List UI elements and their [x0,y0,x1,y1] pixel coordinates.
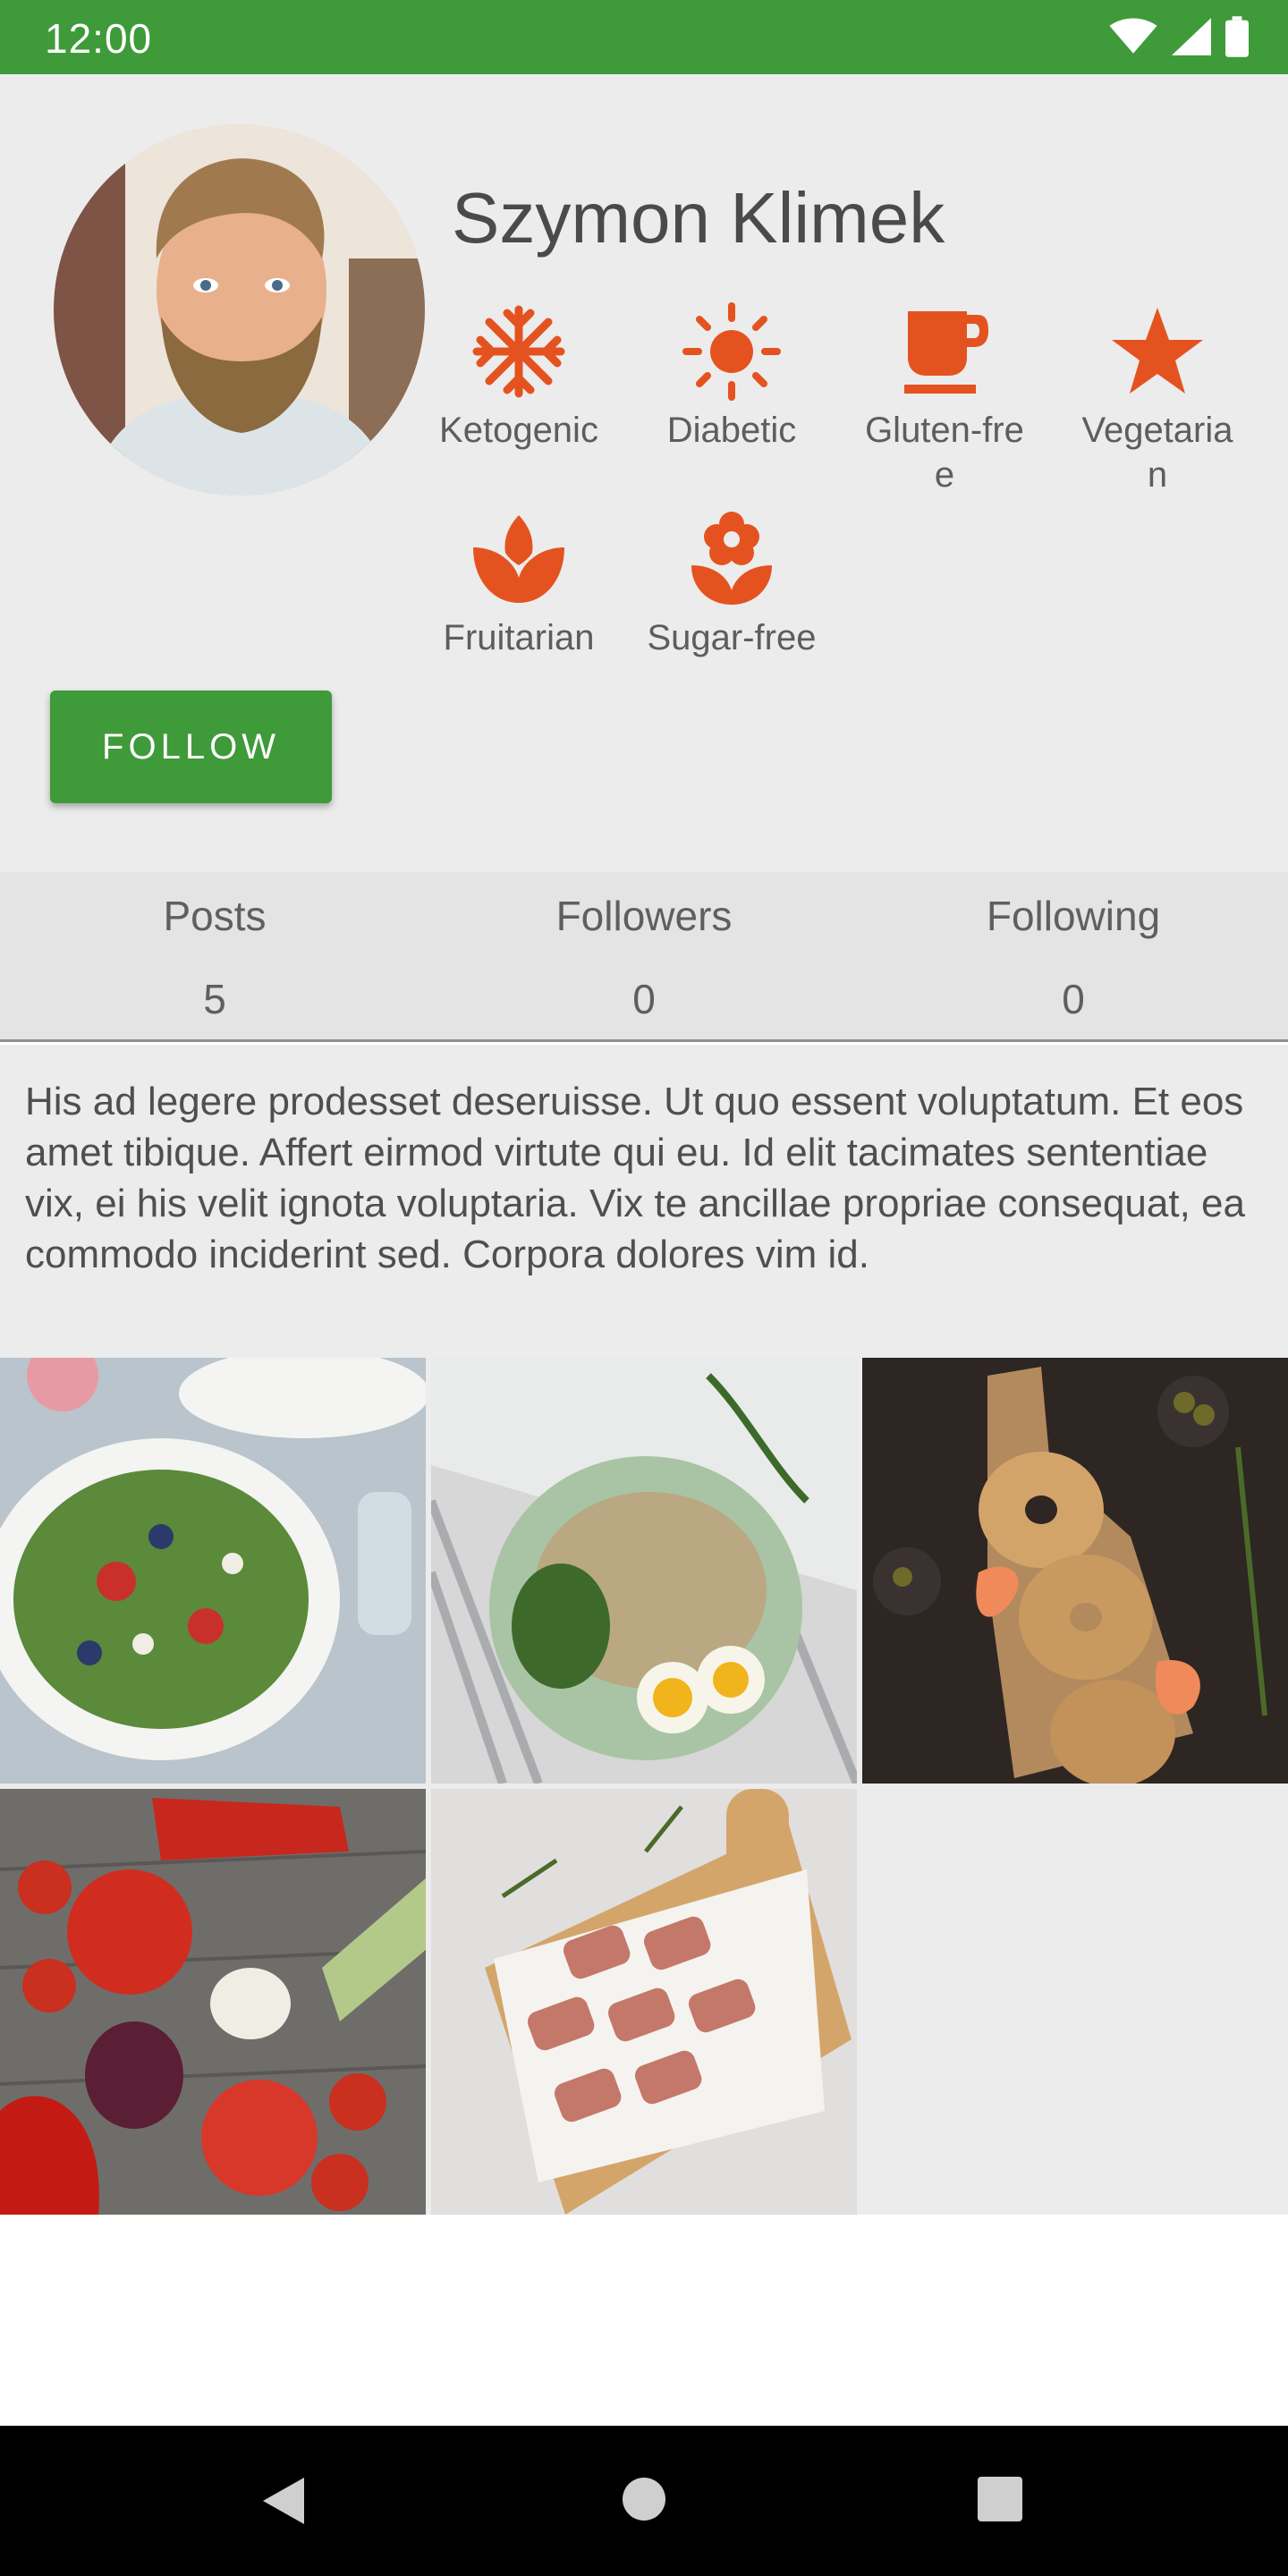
stat-following-label: Following [986,893,1161,939]
diet-label-sugar-free: Sugar-free [647,618,817,657]
cup-icon [904,311,988,394]
diet-label-diabetic: Diabetic [666,411,797,450]
post-tile-2[interactable] [431,1358,857,1784]
profile-header: Szymon Klimek Ketogenic Diabetic Gluten-… [0,74,1288,872]
stat-posts-label: Posts [163,893,267,939]
stat-posts-value: 5 [203,976,226,1022]
bagels-salmon-photo [862,1358,1288,1784]
diet-badge-fruitarian: Fruitarian [420,510,617,660]
diet-badge-sugar-free: Sugar-free [633,510,830,660]
flower-icon [691,512,772,605]
avatar[interactable] [54,124,425,496]
posts-grid [0,1358,1288,2215]
status-bar: 12:00 [0,0,1288,74]
vegetables-photo [0,1789,426,2215]
diet-label-vegetarian-2: n [1147,455,1168,495]
diet-label-gluten-free-2: e [934,455,955,495]
star-icon [1112,308,1203,394]
stat-followers-label: Followers [555,893,733,939]
navigation-bar [0,2426,1288,2576]
status-icons [1109,16,1249,57]
post-tile-1[interactable] [0,1358,426,1784]
diet-badge-gluten-free: Gluten-fre e [846,302,1043,497]
stat-following-value: 0 [1062,976,1085,1022]
profile-bio: His ad legere prodesset deseruisse. Ut q… [0,1045,1288,1358]
home-icon[interactable] [621,2476,667,2522]
salad-photo [0,1358,426,1784]
post-tile-4[interactable] [0,1789,426,2215]
battery-icon [1225,16,1249,57]
diet-badge-diabetic: Diabetic [633,302,830,453]
diet-label-ketogenic: Ketogenic [439,411,598,450]
leaf-icon [473,515,564,603]
profile-name: Szymon Klimek [452,178,945,258]
diet-badge-ketogenic: Ketogenic [420,302,617,453]
diet-label-fruitarian: Fruitarian [443,618,595,657]
diet-label-vegetarian-1: Vegetaria [1081,411,1233,450]
profile-photo [54,124,425,496]
post-tile-3[interactable] [862,1358,1288,1784]
post-tile-5[interactable] [431,1789,857,2215]
bacon-rolls-photo [431,1789,857,2215]
stat-followers-value: 0 [632,976,656,1022]
diet-label-gluten-free-1: Gluten-fre [865,411,1024,450]
rice-egg-plate-photo [431,1358,857,1784]
diet-badge-vegetarian: Vegetaria n [1059,302,1256,497]
back-icon[interactable] [259,2476,306,2526]
snowflake-icon [472,305,565,398]
sun-icon [682,302,781,401]
stats-bar: Posts 5 Followers 0 Following 0 [0,872,1288,1042]
wifi-icon [1109,18,1157,54]
follow-button[interactable]: FOLLOW [50,691,332,803]
status-time: 12:00 [45,15,153,62]
recents-icon[interactable] [977,2476,1023,2522]
signal-icon [1172,18,1211,55]
